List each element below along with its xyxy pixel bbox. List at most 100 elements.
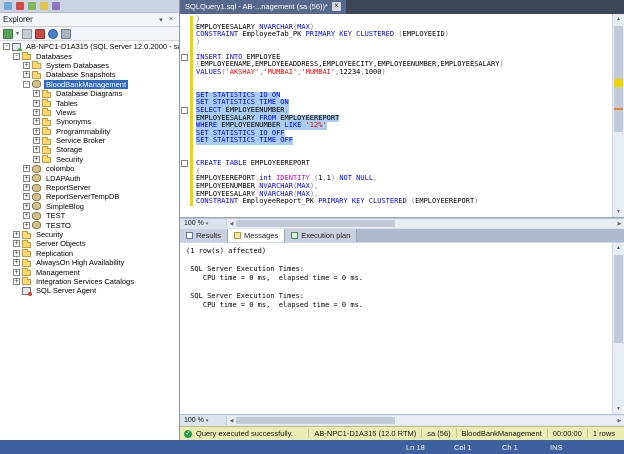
object-explorer-header[interactable]: Explorer ▾ ×: [0, 13, 179, 27]
tree-item[interactable]: -Databases: [0, 51, 179, 60]
scrollbar-thumb[interactable]: [614, 255, 623, 342]
code-line[interactable]: SET STATISTICS TIME OFF: [180, 137, 612, 145]
scroll-down-icon[interactable]: ▼: [613, 404, 624, 414]
scroll-right-icon[interactable]: ▶: [615, 418, 624, 424]
expand-icon[interactable]: +: [33, 100, 40, 107]
sql-editor[interactable]: )EMPLOYEESALARY NVARCHAR(MAX)CONSTRAINT …: [180, 14, 624, 218]
tree-item[interactable]: +colombo: [0, 164, 179, 173]
expand-icon[interactable]: +: [13, 240, 20, 247]
expand-icon[interactable]: +: [23, 184, 30, 191]
scrollbar-track[interactable]: [236, 417, 615, 424]
expand-icon[interactable]: +: [33, 156, 40, 163]
code-area[interactable]: )EMPLOYEESALARY NVARCHAR(MAX)CONSTRAINT …: [180, 14, 612, 217]
collapse-icon[interactable]: -: [13, 53, 20, 60]
fold-collapse-icon[interactable]: -: [180, 107, 190, 115]
expand-icon[interactable]: +: [13, 269, 20, 276]
expand-icon[interactable]: +: [33, 137, 40, 144]
scroll-right-icon[interactable]: ▶: [615, 221, 624, 227]
expand-icon[interactable]: +: [13, 231, 20, 238]
expand-icon[interactable]: +: [23, 165, 30, 172]
expand-icon[interactable]: +: [23, 71, 30, 78]
expand-icon[interactable]: +: [23, 175, 30, 182]
results-vertical-scrollbar[interactable]: ▲ ▼: [612, 243, 624, 414]
expand-icon[interactable]: +: [33, 109, 40, 116]
expand-icon[interactable]: +: [23, 212, 30, 219]
scrollbar-thumb[interactable]: [236, 220, 395, 227]
tab-messages[interactable]: Messages: [228, 229, 285, 242]
tree-item[interactable]: +System Databases: [0, 61, 179, 70]
expand-icon[interactable]: +: [13, 278, 20, 285]
tree-item[interactable]: SQL Server Agent: [0, 286, 179, 295]
scroll-up-icon[interactable]: ▲: [613, 14, 624, 24]
stop-icon[interactable]: [35, 29, 45, 39]
code-line[interactable]: -CREATE TABLE EMPLOYEEREPORT: [180, 160, 612, 168]
editor-vertical-scrollbar[interactable]: ▲ ▼: [612, 14, 624, 217]
tree-item[interactable]: +TEST: [0, 211, 179, 220]
scroll-left-icon[interactable]: ◀: [227, 221, 236, 227]
toolbar-icon[interactable]: [4, 2, 12, 10]
tree-item[interactable]: +Database Snapshots: [0, 70, 179, 79]
connect-icon[interactable]: [3, 29, 13, 39]
tree-item[interactable]: +Server Objects: [0, 239, 179, 248]
code-line[interactable]: [180, 145, 612, 153]
tree-item[interactable]: +ReportServerTempDB: [0, 192, 179, 201]
scrollbar-thumb[interactable]: [236, 417, 395, 424]
collapse-icon[interactable]: -: [3, 43, 10, 50]
tree-item[interactable]: -BloodBankManagement: [0, 80, 179, 89]
scrollbar-track[interactable]: [236, 220, 615, 227]
tab-results[interactable]: Results: [180, 229, 228, 242]
code-line[interactable]: ): [180, 39, 612, 47]
scrollbar-track[interactable]: [613, 24, 624, 207]
disconnect-icon[interactable]: [22, 29, 32, 39]
tree-item[interactable]: +Management: [0, 267, 179, 276]
collapse-icon[interactable]: -: [23, 81, 30, 88]
code-line[interactable]: VALUES('AKSHAY','MUMBAI','MUMBAI',12234,…: [180, 69, 612, 77]
tree-item[interactable]: +Database Diagrams: [0, 89, 179, 98]
filter-icon[interactable]: [61, 29, 71, 39]
tree-item[interactable]: +LDAPAuth: [0, 173, 179, 182]
tree-item[interactable]: +Synonyms: [0, 117, 179, 126]
tree-item[interactable]: +Replication: [0, 249, 179, 258]
tree-item[interactable]: +Storage: [0, 145, 179, 154]
tree-item[interactable]: +TESTO: [0, 220, 179, 229]
toolbar-icon[interactable]: [52, 2, 60, 10]
tree-item[interactable]: +Tables: [0, 98, 179, 107]
editor-horizontal-scrollbar[interactable]: ◀ ▶: [226, 219, 624, 228]
scroll-up-icon[interactable]: ▲: [613, 243, 624, 253]
tree-item[interactable]: +Service Broker: [0, 136, 179, 145]
tree-item[interactable]: +Integration Services Catalogs: [0, 277, 179, 286]
zoom-control[interactable]: 100 % ▾: [180, 220, 226, 227]
expand-icon[interactable]: +: [33, 146, 40, 153]
results-horizontal-scrollbar[interactable]: ◀ ▶: [226, 416, 624, 425]
tree-item[interactable]: +Views: [0, 108, 179, 117]
toolbar-icon[interactable]: [28, 2, 36, 10]
expand-icon[interactable]: +: [23, 62, 30, 69]
toolbar-icon[interactable]: [16, 2, 24, 10]
tree-item[interactable]: +Security: [0, 230, 179, 239]
tab-execution-plan[interactable]: Execution plan: [285, 229, 357, 242]
scroll-down-icon[interactable]: ▼: [613, 207, 624, 217]
tree-item[interactable]: +AlwaysOn High Availability: [0, 258, 179, 267]
code-line[interactable]: CONSTRAINT EmployeeReport_PK PRIMARY KEY…: [180, 198, 612, 206]
code-line[interactable]: CONSTRAINT EmployeeTab_PK PRIMARY KEY CL…: [180, 31, 612, 39]
tree-item[interactable]: -AB-NPC1-D1A315 (SQL Server 12.0.2000 - …: [0, 42, 179, 51]
tree-item[interactable]: +ReportServer: [0, 183, 179, 192]
close-icon[interactable]: ×: [332, 2, 341, 11]
fold-collapse-icon[interactable]: -: [180, 160, 190, 168]
close-icon[interactable]: ×: [166, 16, 176, 23]
scrollbar-track[interactable]: [613, 253, 624, 404]
refresh-icon[interactable]: [48, 29, 58, 39]
tree-item[interactable]: +SimpleBlog: [0, 202, 179, 211]
expand-icon[interactable]: +: [13, 250, 20, 257]
code-line[interactable]: [180, 77, 612, 85]
tab-sqlquery1[interactable]: SQLQuery1.sql - AB-...nagement (sa (56))…: [180, 0, 346, 14]
zoom-control[interactable]: 100 % ▾: [180, 417, 226, 424]
fold-collapse-icon[interactable]: -: [180, 54, 190, 62]
tree-item[interactable]: +Programmability: [0, 127, 179, 136]
expand-icon[interactable]: +: [33, 128, 40, 135]
chevron-down-icon[interactable]: ▾: [16, 30, 19, 37]
chevron-down-icon[interactable]: ▾: [156, 16, 166, 24]
expand-icon[interactable]: +: [33, 90, 40, 97]
expand-icon[interactable]: +: [23, 193, 30, 200]
expand-icon[interactable]: +: [13, 259, 20, 266]
